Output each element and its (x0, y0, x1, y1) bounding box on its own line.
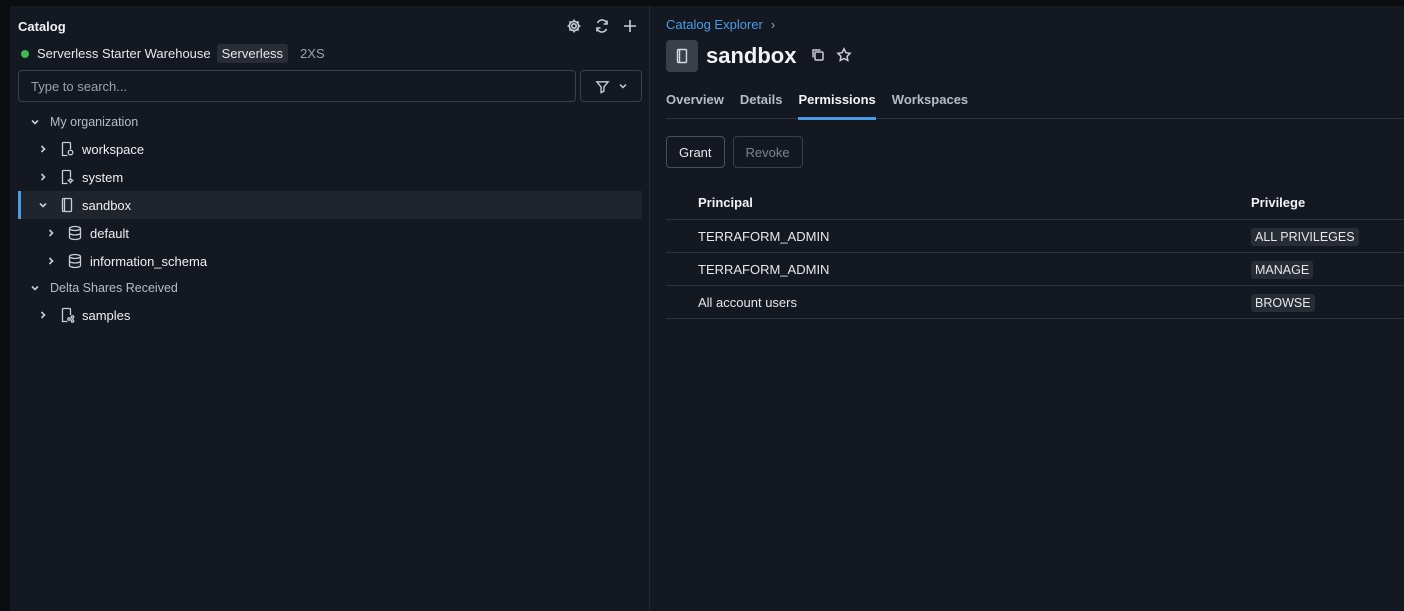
tree-item-label: samples (82, 307, 131, 323)
title-actions (810, 46, 853, 66)
sidebar-title: Catalog (18, 19, 66, 34)
tab-bar: Overview Details Permissions Workspaces (666, 92, 1404, 120)
principal-cell: TERRAFORM_ADMIN (698, 228, 830, 244)
search-box (18, 70, 576, 102)
tree-item-workspace[interactable]: workspace (18, 135, 642, 163)
grant-button[interactable]: Grant (666, 136, 725, 168)
catalog-sidebar: Catalog Serverless Starter Warehouse Ser… (10, 6, 650, 611)
schema-icon (67, 253, 83, 269)
chevron-down-icon (618, 83, 627, 89)
privilege-badge: ALL PRIVILEGES (1251, 227, 1359, 246)
revoke-button[interactable]: Revoke (732, 136, 803, 168)
tree-item-information-schema[interactable]: information_schema (18, 247, 642, 275)
warehouse-name: Serverless Starter Warehouse (37, 46, 211, 61)
shared-catalog-icon (59, 307, 75, 323)
tree-item-default[interactable]: default (18, 219, 642, 247)
tab-overview[interactable]: Overview (666, 92, 724, 119)
column-header-principal[interactable]: Principal (666, 195, 1251, 210)
tree-item-label: sandbox (82, 197, 132, 213)
warehouse-size: 2XS (300, 46, 325, 61)
catalog-icon (666, 40, 698, 72)
catalog-icon (59, 197, 75, 213)
tree-item-sandbox[interactable]: sandbox (18, 191, 642, 219)
privilege-badge: MANAGE (1251, 260, 1314, 279)
search-input[interactable] (19, 71, 575, 101)
table-row[interactable]: TERRAFORM_ADMIN MANAGE (666, 253, 1404, 286)
chevron-right-icon (38, 310, 48, 320)
app-frame: Catalog Serverless Starter Warehouse Ser… (10, 6, 1404, 611)
tab-permissions[interactable]: Permissions (798, 92, 877, 120)
catalog-tree: My organization workspace system sandbox (18, 109, 642, 329)
chevron-down-icon (38, 200, 48, 210)
breadcrumb-catalog-explorer[interactable]: Catalog Explorer (666, 17, 763, 32)
tree-item-label: workspace (82, 141, 145, 157)
chevron-down-icon (30, 117, 40, 127)
system-catalog-icon (59, 169, 75, 185)
star-icon[interactable] (836, 46, 853, 66)
breadcrumb: Catalog Explorer › (666, 17, 775, 32)
warehouse-type-badge: Serverless (216, 44, 289, 63)
permission-actions: Grant Revoke (666, 136, 803, 168)
tree-item-label: information_schema (90, 253, 208, 269)
refresh-icon[interactable] (593, 17, 611, 35)
permissions-table: Principal Privilege TERRAFORM_ADMIN ALL … (666, 186, 1404, 319)
breadcrumb-separator: › (770, 17, 776, 32)
tree-section-my-organization[interactable]: My organization (18, 109, 642, 135)
chevron-right-icon (46, 228, 56, 238)
privilege-badge: BROWSE (1251, 293, 1315, 312)
chevron-down-icon (30, 283, 40, 293)
chevron-right-icon (38, 172, 48, 182)
table-row[interactable]: TERRAFORM_ADMIN ALL PRIVILEGES (666, 220, 1404, 253)
table-header: Principal Privilege (666, 186, 1404, 220)
filter-icon (594, 80, 610, 94)
sidebar-header-actions (565, 17, 639, 35)
column-header-privilege[interactable]: Privilege (1251, 195, 1404, 210)
filter-button[interactable] (580, 70, 642, 102)
catalog-icon (59, 141, 75, 157)
tree-item-system[interactable]: system (18, 163, 642, 191)
tree-item-label: system (82, 169, 124, 185)
copy-icon[interactable] (810, 47, 826, 66)
chevron-right-icon (46, 256, 56, 266)
principal-cell: TERRAFORM_ADMIN (698, 261, 830, 277)
table-row[interactable]: All account users BROWSE (666, 286, 1404, 319)
status-dot (21, 49, 29, 58)
catalog-detail: Catalog Explorer › sandbox Overview Deta… (650, 6, 1404, 611)
page-title: sandbox (706, 43, 797, 68)
tree-item-samples[interactable]: samples (18, 301, 642, 329)
tree-section-delta-shares[interactable]: Delta Shares Received (18, 275, 642, 301)
tab-details[interactable]: Details (740, 92, 783, 119)
gear-icon[interactable] (565, 17, 583, 35)
title-row: sandbox (666, 40, 853, 72)
tree-item-label: default (90, 225, 130, 241)
warehouse-selector[interactable]: Serverless Starter Warehouse Serverless … (21, 44, 325, 63)
tree-section-label: Delta Shares Received (50, 281, 178, 295)
chevron-right-icon (38, 144, 48, 154)
tree-section-label: My organization (50, 115, 139, 129)
add-icon[interactable] (621, 17, 639, 35)
tab-workspaces[interactable]: Workspaces (892, 92, 968, 119)
schema-icon (67, 225, 83, 241)
principal-cell: All account users (698, 294, 797, 310)
